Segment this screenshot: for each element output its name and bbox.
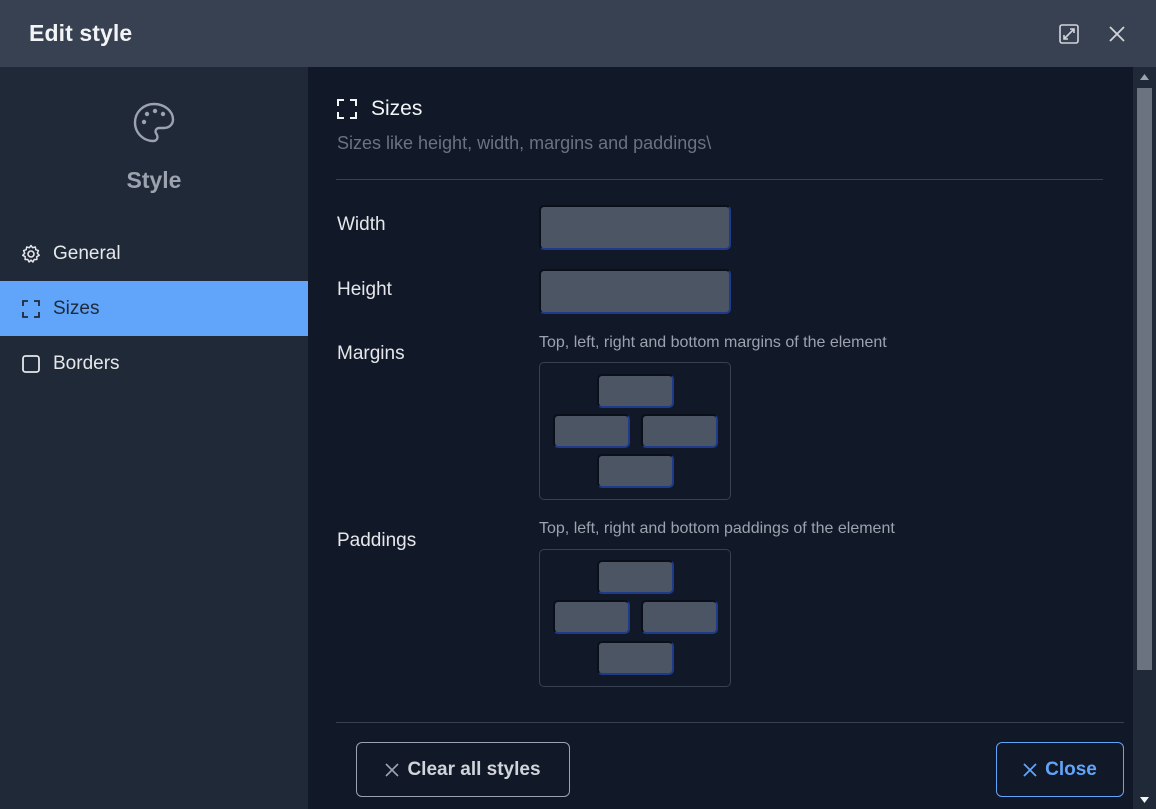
close-dialog-button[interactable] <box>1106 23 1128 45</box>
sidebar-item-label: General <box>53 242 121 264</box>
section-title: Sizes <box>371 97 423 120</box>
close-label: Close <box>1045 758 1097 780</box>
close-icon <box>1109 25 1125 42</box>
close-icon <box>385 762 400 777</box>
padding-bottom-input[interactable] <box>597 641 674 675</box>
palette-icon <box>133 102 175 143</box>
paddings-hint: Top, left, right and bottom paddings of … <box>539 520 895 537</box>
margin-left-input[interactable] <box>553 414 630 448</box>
clear-all-styles-button[interactable]: Clear all styles <box>356 742 570 797</box>
close-icon <box>1023 762 1037 777</box>
gear-icon <box>21 244 41 264</box>
main-panel: Sizes Sizes like height, width, margins … <box>308 67 1156 809</box>
expand-icon <box>1059 23 1079 44</box>
width-input[interactable] <box>539 205 731 250</box>
sidebar-item-label: Sizes <box>53 297 100 319</box>
expand-button[interactable] <box>1058 23 1080 45</box>
paddings-label: Paddings <box>337 530 417 551</box>
margins-box <box>539 362 731 500</box>
section-description: Sizes like height, width, margins and pa… <box>337 133 712 153</box>
sidebar-hero: Style <box>0 67 308 194</box>
scrollbar[interactable] <box>1133 67 1156 809</box>
margins-label: Margins <box>337 343 405 364</box>
sidebar-title: Style <box>126 167 182 193</box>
sidebar-item-borders[interactable]: Borders <box>0 336 308 391</box>
scroll-down-arrow-icon[interactable] <box>1133 790 1156 809</box>
close-button[interactable]: Close <box>996 742 1124 797</box>
scroll-up-arrow-icon[interactable] <box>1133 67 1156 86</box>
frame-corners-icon <box>337 99 357 119</box>
margin-bottom-input[interactable] <box>597 454 674 488</box>
frame-corners-icon <box>21 299 41 319</box>
header-actions <box>1058 23 1128 45</box>
section-header: Sizes <box>336 97 422 121</box>
dialog-header: Edit style <box>0 0 1156 67</box>
divider <box>336 179 1103 180</box>
margin-top-input[interactable] <box>597 374 674 408</box>
width-label: Width <box>337 214 386 235</box>
padding-top-input[interactable] <box>597 560 674 594</box>
height-label: Height <box>337 279 392 300</box>
edit-style-dialog: Edit style Style General Sizes Borders S… <box>0 0 1156 809</box>
sidebar-item-general[interactable]: General <box>0 226 308 281</box>
sidebar-item-label: Borders <box>53 352 120 374</box>
scrollbar-thumb[interactable] <box>1137 88 1152 670</box>
margin-right-input[interactable] <box>641 414 718 448</box>
sidebar-item-sizes[interactable]: Sizes <box>0 281 308 336</box>
clear-all-styles-label: Clear all styles <box>407 758 541 780</box>
padding-right-input[interactable] <box>641 600 718 634</box>
square-icon <box>21 354 41 374</box>
padding-left-input[interactable] <box>553 600 630 634</box>
paddings-box <box>539 549 731 687</box>
dialog-title: Edit style <box>29 20 133 46</box>
margins-hint: Top, left, right and bottom margins of t… <box>539 334 887 351</box>
footer-divider <box>336 722 1124 723</box>
height-input[interactable] <box>539 269 731 314</box>
sidebar-nav: General Sizes Borders <box>0 226 308 391</box>
sidebar: Style General Sizes Borders <box>0 67 308 809</box>
